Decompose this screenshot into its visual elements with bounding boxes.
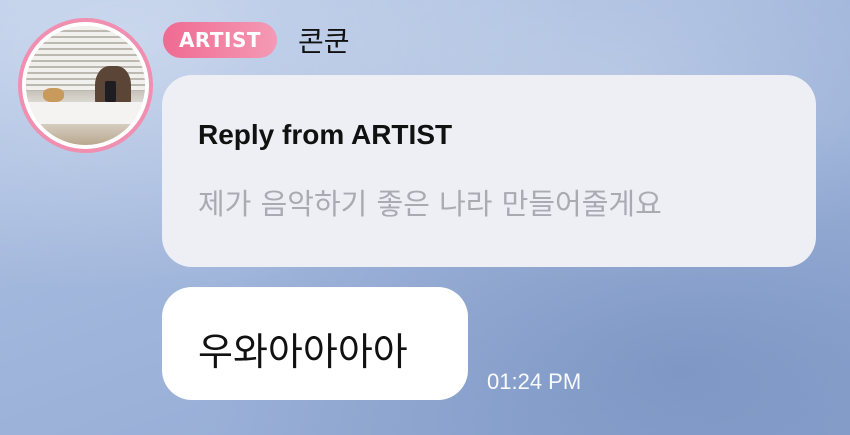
avatar-photo-cat: [42, 87, 65, 103]
reply-bubble[interactable]: Reply from ARTIST 제가 음악하기 좋은 나라 만들어줄게요: [162, 75, 816, 267]
sender-name[interactable]: 콘쿤: [298, 20, 350, 60]
avatar-photo: [26, 26, 145, 145]
message-text: 우와아아아아: [198, 330, 408, 374]
avatar[interactable]: [18, 18, 153, 153]
avatar-photo-blanket: [26, 102, 145, 124]
reply-quoted-text: 제가 음악하기 좋은 나라 만들어줄게요: [198, 187, 662, 221]
avatar-photo-phone: [104, 80, 117, 103]
artist-badge: ARTIST: [163, 22, 277, 58]
reply-title: Reply from ARTIST: [198, 119, 453, 150]
message-bubble[interactable]: 우와아아아아: [162, 287, 468, 400]
message-timestamp: 01:24 PM: [487, 369, 582, 394]
